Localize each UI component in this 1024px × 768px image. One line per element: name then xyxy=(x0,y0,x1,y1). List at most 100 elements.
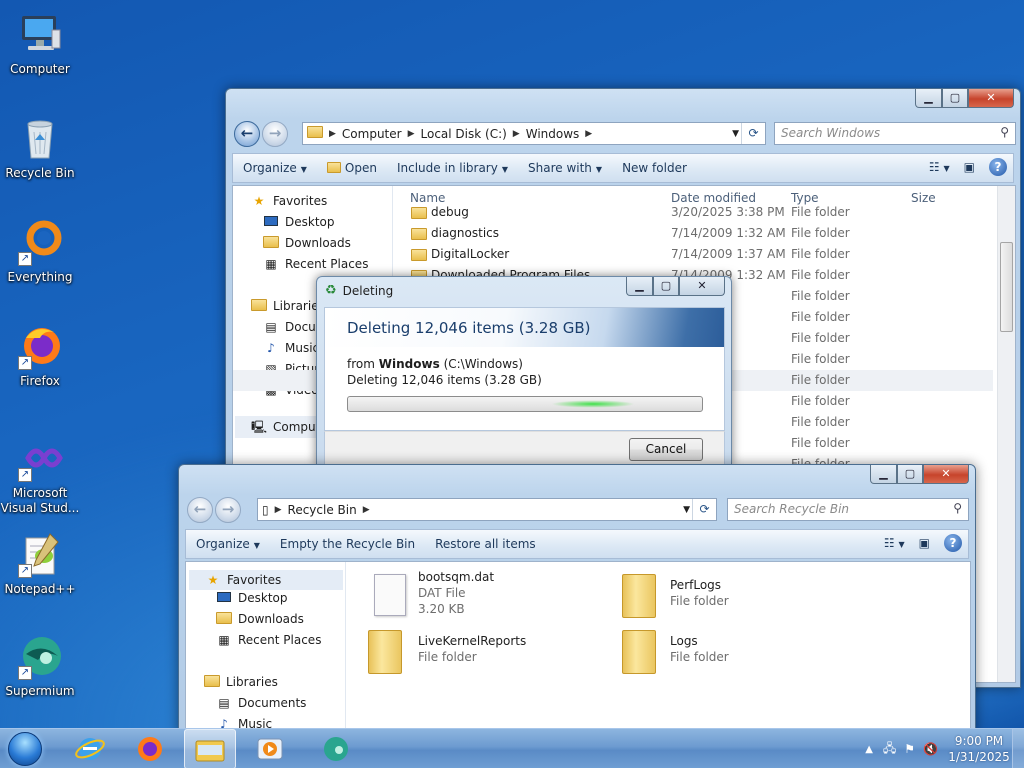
search-input[interactable]: Search Windows ⚲ xyxy=(774,122,1016,145)
close-button[interactable]: ✕ xyxy=(968,89,1014,108)
refresh-icon[interactable]: ⟳ xyxy=(741,123,765,144)
include-in-library-menu[interactable]: Include in library ▼ xyxy=(387,161,518,175)
action-center-flag-icon[interactable]: ⚑ xyxy=(904,742,915,756)
table-row[interactable]: diagnostics 7/14/2009 1:32 AM File folder xyxy=(233,223,993,244)
folder-icon xyxy=(622,630,656,674)
system-tray: ▲ 🖧 ⚑ 🔇 9:00 PM 1/31/2025 xyxy=(865,729,1024,768)
item-type: File folder xyxy=(670,650,729,664)
address-dropdown-icon[interactable]: ▼ xyxy=(683,505,690,515)
cancel-button[interactable]: Cancel xyxy=(629,438,703,461)
address-bar[interactable]: ▶ Computer ▶ Local Disk (C:) ▶ Windows ▶… xyxy=(302,122,766,145)
dialog-maximize-button[interactable]: ▢ xyxy=(653,277,679,296)
recycle-bin-icon xyxy=(16,114,64,162)
desktop-icon-visual-studio[interactable]: ↗ Microsoft Visual Stud... xyxy=(0,428,80,516)
vertical-scrollbar[interactable] xyxy=(997,186,1015,682)
taskbar-explorer[interactable] xyxy=(184,729,236,768)
taskbar-internet-explorer[interactable] xyxy=(64,729,116,768)
row-type: File folder xyxy=(791,226,850,240)
item-type: File folder xyxy=(418,650,477,664)
clock[interactable]: 9:00 PM 1/31/2025 xyxy=(948,733,1010,765)
recycled-item[interactable]: Logs File folder xyxy=(618,626,858,682)
close-button[interactable]: ✕ xyxy=(923,465,969,484)
table-row[interactable]: debug 3/20/2025 3:38 PM File folder xyxy=(233,202,993,223)
desktop-icon-supermium[interactable]: ↗ Supermium xyxy=(0,626,80,699)
visual-studio-icon: ↗ xyxy=(16,434,64,482)
taskbar-firefox[interactable] xyxy=(124,729,176,768)
item-size: 3.20 KB xyxy=(418,602,465,616)
open-button[interactable]: Open xyxy=(317,161,387,175)
dialog-close-button[interactable]: ✕ xyxy=(679,277,725,296)
preview-pane-icon[interactable]: ▣ xyxy=(964,160,975,174)
recent-places-icon: ▦ xyxy=(218,633,230,647)
help-icon[interactable]: ? xyxy=(944,534,962,552)
star-icon: ★ xyxy=(207,573,219,587)
nav-documents[interactable]: ▤ Documents xyxy=(216,696,306,710)
desktop-icon-firefox[interactable]: ↗ Firefox xyxy=(0,316,80,389)
empty-recycle-bin-button[interactable]: Empty the Recycle Bin xyxy=(270,537,425,551)
search-icon: ⚲ xyxy=(953,501,962,515)
navigation-bar: ← → ▶ Computer ▶ Local Disk (C:) ▶ Windo… xyxy=(232,119,1016,147)
command-bar: Organize ▼ Open Include in library ▼ Share… xyxy=(232,153,1014,183)
minimize-button[interactable]: ▁ xyxy=(915,89,942,108)
nav-recent-places[interactable]: ▦ Recent Places xyxy=(216,633,321,647)
file-icon xyxy=(374,574,406,616)
organize-menu[interactable]: Organize ▼ xyxy=(186,537,270,551)
maximize-button[interactable]: ▢ xyxy=(942,89,968,108)
row-type: File folder xyxy=(791,436,850,450)
refresh-icon[interactable]: ⟳ xyxy=(692,499,716,520)
back-button[interactable]: ← xyxy=(187,497,213,523)
recycled-item[interactable]: bootsqm.dat DAT File 3.20 KB xyxy=(370,570,610,626)
view-options-icon[interactable]: ☷ ▼ xyxy=(884,536,905,550)
scrollbar-thumb[interactable] xyxy=(1000,242,1013,332)
desktop-icon-recycle-bin[interactable]: Recycle Bin xyxy=(0,108,80,181)
recycled-item[interactable]: LiveKernelReports File folder xyxy=(364,626,604,682)
desktop-icon-notepadpp[interactable]: ↗ Notepad++ xyxy=(0,524,80,597)
recycled-item[interactable]: PerfLogs File folder xyxy=(618,570,858,626)
row-date: 3/20/2025 3:38 PM xyxy=(671,205,785,219)
show-desktop-button[interactable] xyxy=(1012,729,1024,768)
taskbar-supermium[interactable] xyxy=(310,729,362,768)
deleting-dialog[interactable]: ♻ Deleting ▁ ▢ ✕ Deleting 12,046 items (… xyxy=(316,276,732,467)
nav-desktop[interactable]: Desktop xyxy=(216,591,288,605)
back-button[interactable]: ← xyxy=(234,121,260,147)
downloads-icon xyxy=(216,612,232,626)
table-row[interactable]: DigitalLocker 7/14/2009 1:37 AM File folde… xyxy=(233,244,993,265)
volume-muted-icon[interactable]: 🔇 xyxy=(923,742,938,756)
address-dropdown-icon[interactable]: ▼ xyxy=(732,129,739,139)
help-icon[interactable]: ? xyxy=(989,158,1007,176)
show-hidden-icons-icon[interactable]: ▲ xyxy=(865,744,873,755)
forward-button[interactable]: → xyxy=(215,497,241,523)
open-folder-icon xyxy=(326,162,341,173)
recycle-bin-window[interactable]: ▁ ▢ ✕ ← → ▯ ▶ Recycle Bin ▶ ▼ ⟳ Search R… xyxy=(178,464,976,736)
nav-libraries[interactable]: Libraries xyxy=(204,675,278,689)
address-bar[interactable]: ▯ ▶ Recycle Bin ▶ ▼ ⟳ xyxy=(257,498,717,521)
breadcrumb-local-disk[interactable]: Local Disk (C:) xyxy=(417,127,511,141)
share-with-menu[interactable]: Share with ▼ xyxy=(518,161,612,175)
restore-all-items-button[interactable]: Restore all items xyxy=(425,537,546,551)
supermium-icon: ↗ xyxy=(16,632,64,680)
dialog-minimize-button[interactable]: ▁ xyxy=(626,277,653,296)
breadcrumb-windows[interactable]: Windows xyxy=(522,127,584,141)
taskbar-media-player[interactable] xyxy=(244,729,296,768)
desktop-icon-computer[interactable]: Computer xyxy=(0,4,80,77)
network-icon[interactable]: 🖧 xyxy=(883,739,896,760)
breadcrumb-computer[interactable]: Computer xyxy=(338,127,406,141)
nav-downloads[interactable]: Downloads xyxy=(216,612,304,626)
nav-favorites[interactable]: ★ Favorites xyxy=(189,570,343,590)
folder-icon xyxy=(303,126,327,141)
organize-menu[interactable]: Organize ▼ xyxy=(233,161,317,175)
preview-pane-icon[interactable]: ▣ xyxy=(919,536,930,550)
dialog-body: from Windows (C:\Windows) Deleting 12,04… xyxy=(324,347,725,431)
search-input[interactable]: Search Recycle Bin ⚲ xyxy=(727,498,969,521)
dialog-title: Deleting xyxy=(342,283,394,298)
computer-icon xyxy=(16,10,64,58)
start-button[interactable] xyxy=(2,730,48,768)
desktop-icon-everything[interactable]: ↗ Everything xyxy=(0,212,80,285)
maximize-button[interactable]: ▢ xyxy=(897,465,923,484)
view-options-icon[interactable]: ☷ ▼ xyxy=(929,160,950,174)
minimize-button[interactable]: ▁ xyxy=(870,465,897,484)
forward-button[interactable]: → xyxy=(262,121,288,147)
new-folder-button[interactable]: New folder xyxy=(612,161,697,175)
breadcrumb-separator-icon: ▶ xyxy=(407,128,415,139)
breadcrumb-recycle-bin[interactable]: Recycle Bin xyxy=(284,503,361,517)
